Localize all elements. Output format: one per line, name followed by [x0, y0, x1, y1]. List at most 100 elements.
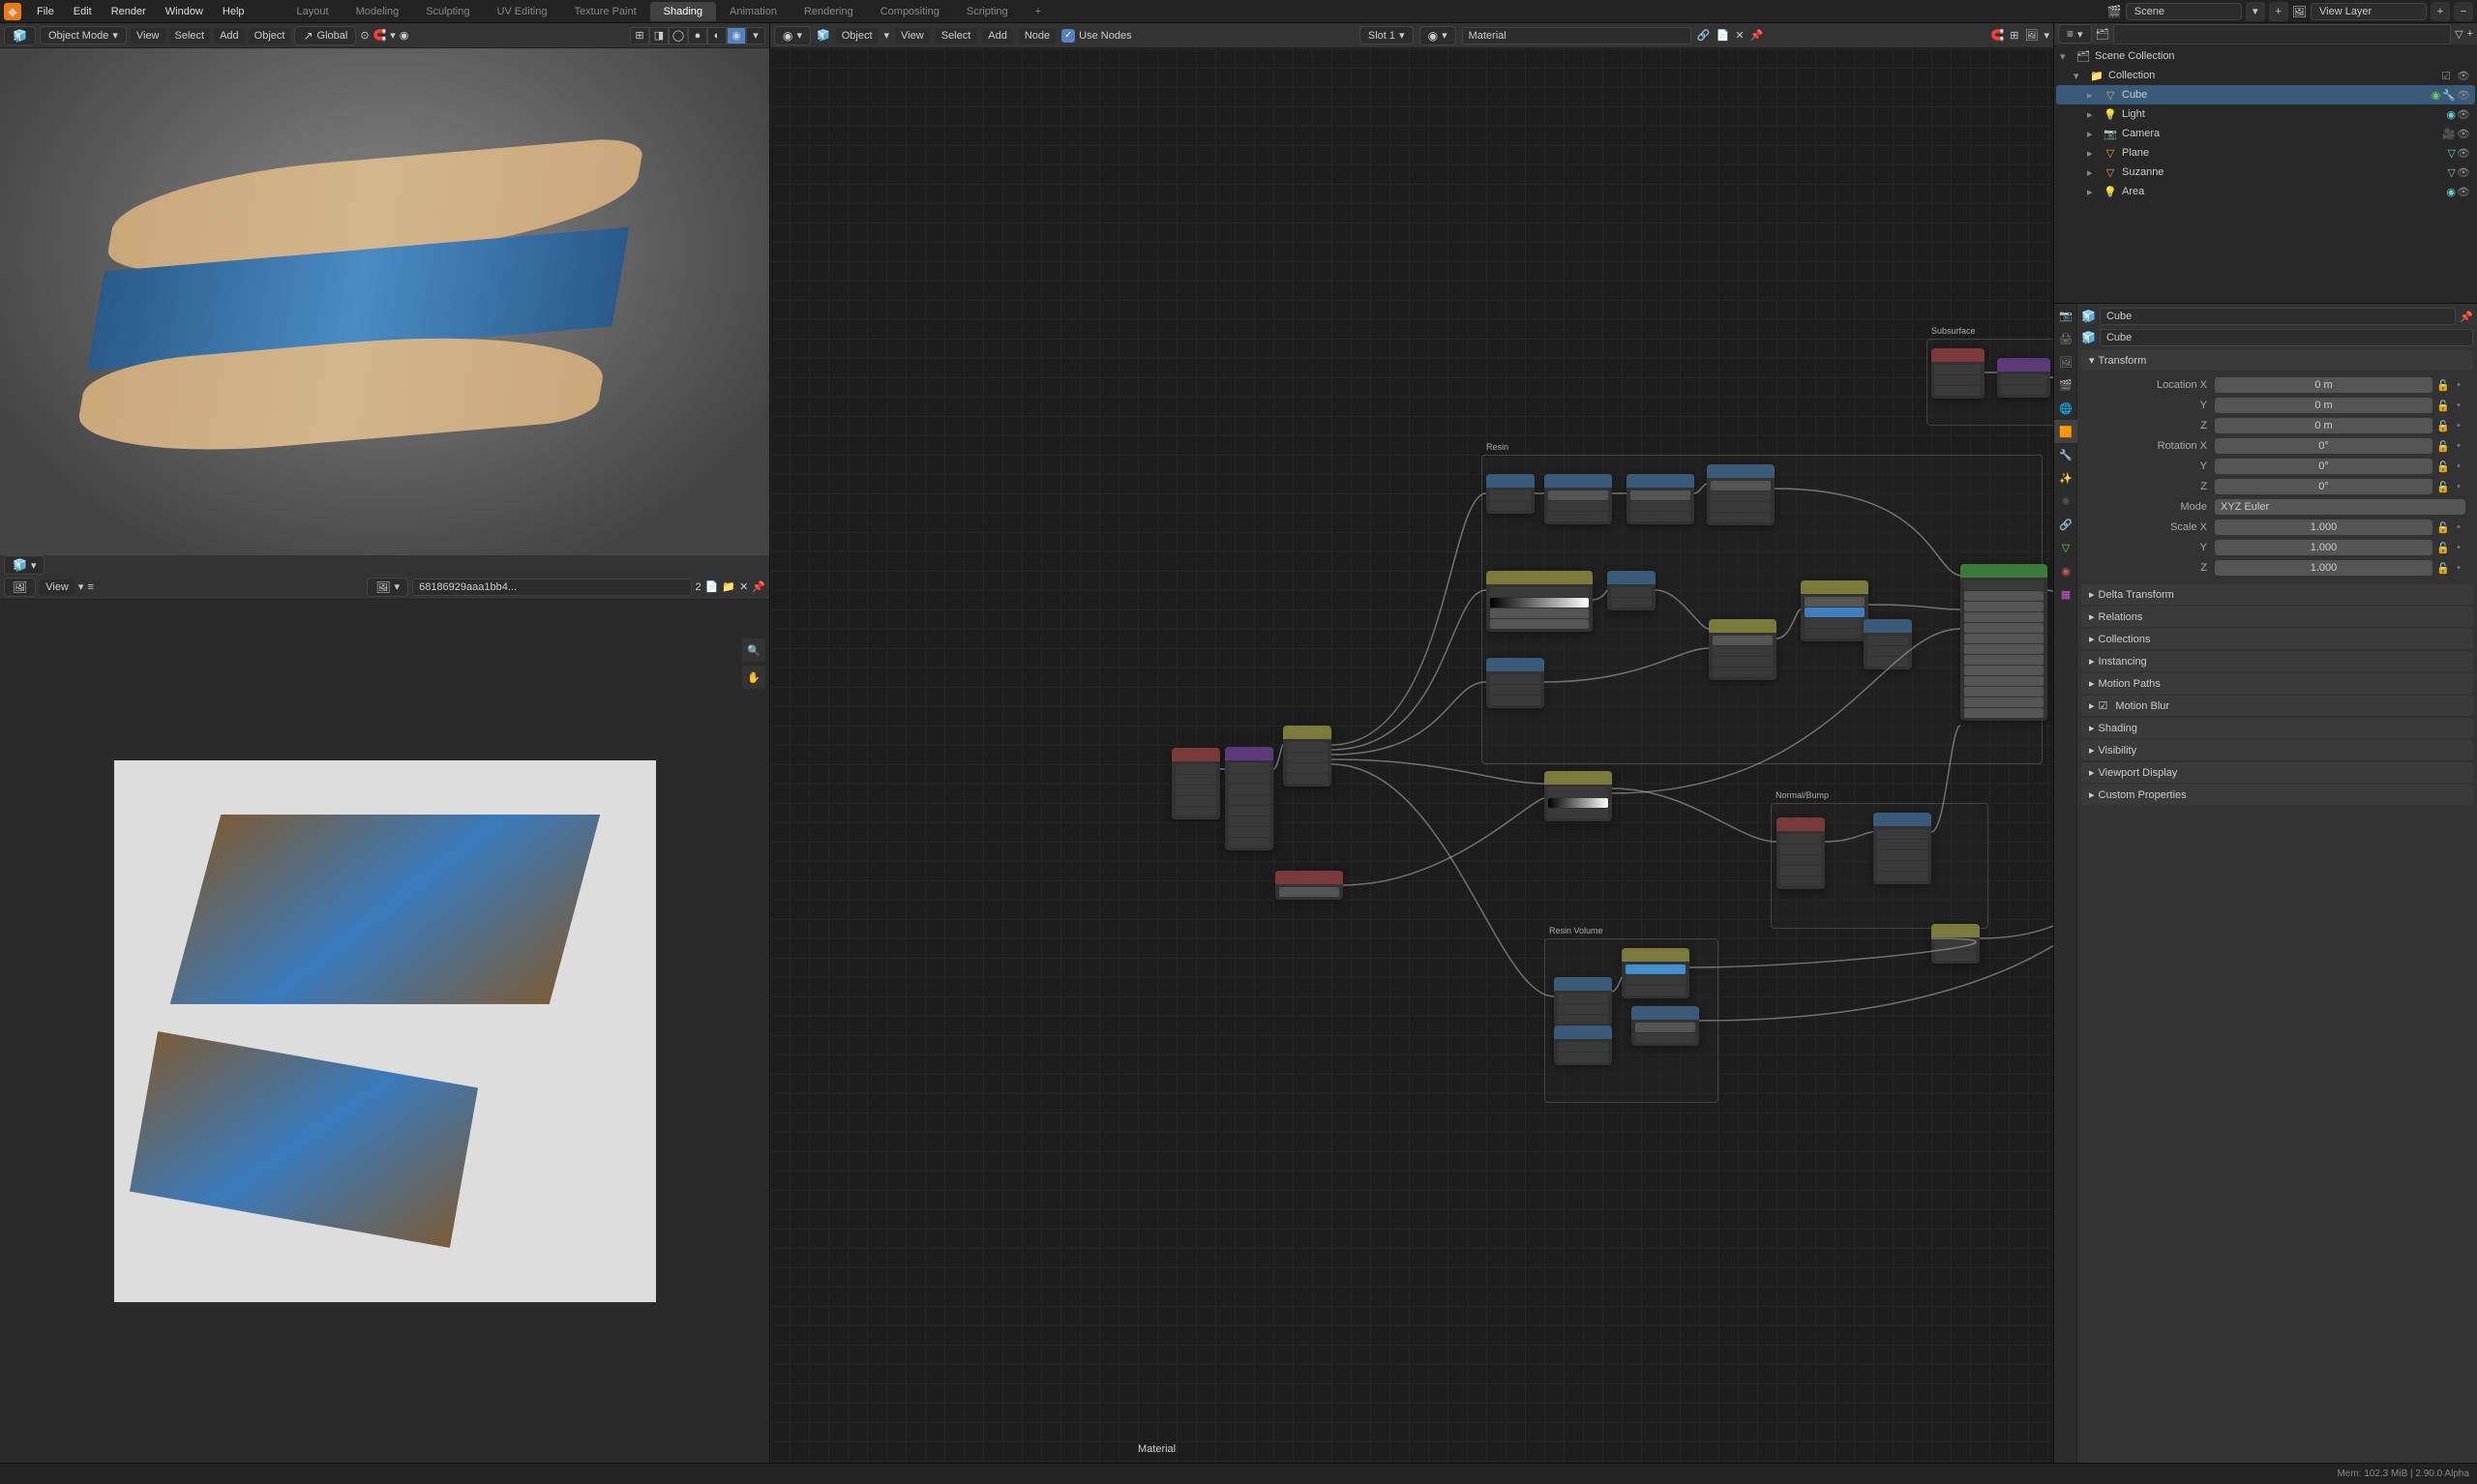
outliner-display-mode[interactable]: 🗂 [2096, 28, 2109, 41]
lock-icon[interactable]: 🔓 [2436, 481, 2450, 493]
material-unlink-button[interactable]: ✕ [1735, 29, 1744, 42]
zoom-tool-icon[interactable]: 🔍 [742, 638, 765, 662]
prop-tab-viewlayer[interactable]: 🖼 [2054, 350, 2077, 373]
node-mix-2[interactable] [1801, 580, 1868, 641]
node-bump[interactable] [1873, 813, 1931, 884]
panel-collections[interactable]: ▸Collections [2081, 629, 2473, 649]
snap-toggle[interactable]: 🧲 [373, 29, 387, 42]
exclude-checkbox[interactable]: ☑ [2438, 70, 2454, 82]
workspace-rendering[interactable]: Rendering [791, 2, 867, 21]
node-options-button[interactable]: ▾ [2044, 29, 2049, 42]
node-add-menu[interactable]: Add [982, 28, 1013, 44]
prop-tab-render[interactable]: 📷 [2054, 304, 2077, 327]
workspace-modeling[interactable]: Modeling [343, 2, 413, 21]
scale-z-field[interactable]: 1.000 [2215, 560, 2432, 576]
node-editor-type-dropdown[interactable]: ◉▾ [774, 26, 811, 45]
tree-item-plane[interactable]: ▸ ▽ Plane ▽ 👁 [2056, 143, 2475, 163]
rotation-y-field[interactable]: 0° [2215, 459, 2432, 474]
collapse-icon[interactable]: ▸ [2087, 166, 2099, 179]
node-vol-2[interactable] [1622, 948, 1689, 998]
snap-dropdown[interactable]: ▾ [390, 29, 396, 42]
node-normal[interactable] [1776, 817, 1825, 889]
scale-y-field[interactable]: 1.000 [2215, 540, 2432, 555]
node-vol-4[interactable] [1554, 1025, 1612, 1065]
viewport-select-menu[interactable]: Select [169, 28, 211, 44]
viewport-canvas[interactable] [0, 48, 769, 555]
workspace-animation[interactable]: Animation [716, 2, 791, 21]
tree-scene-collection[interactable]: ▾ 🗂 Scene Collection [2056, 46, 2475, 66]
keyframe-icon[interactable]: • [2452, 460, 2465, 473]
image-header-menu[interactable]: ≡ [87, 581, 93, 593]
editor-type-dropdown[interactable]: 🧊 [4, 26, 36, 45]
scale-x-field[interactable]: 1.000 [2215, 519, 2432, 535]
scene-name-field[interactable]: Scene [2126, 3, 2242, 20]
panel-motion-blur[interactable]: ▸☑Motion Blur [2081, 696, 2473, 716]
tree-item-area[interactable]: ▸ 💡 Area ◉ 👁 [2056, 182, 2475, 201]
collapse-icon[interactable]: ▾ [2060, 50, 2072, 63]
tree-item-camera[interactable]: ▸ 📷 Camera 🎥 👁 [2056, 124, 2475, 143]
panel-motion-paths[interactable]: ▸Motion Paths [2081, 673, 2473, 694]
outliner-filter-button[interactable]: ▽ [2455, 28, 2462, 41]
node-backdrop-button[interactable]: 🖼 [2025, 29, 2039, 42]
rotation-mode-dropdown[interactable]: XYZ Euler [2215, 499, 2465, 515]
viewport-add-menu[interactable]: Add [214, 28, 245, 44]
workspace-sculpting[interactable]: Sculpting [412, 2, 483, 21]
eye-icon[interactable]: 👁 [2456, 186, 2471, 198]
prop-tab-output[interactable]: 🖨 [2054, 327, 2077, 350]
menu-edit[interactable]: Edit [64, 6, 102, 17]
panel-transform-head[interactable]: ▾ Transform [2081, 350, 2473, 371]
scene-new-button[interactable]: + [2269, 2, 2288, 21]
node-canvas[interactable]: Subsurface Resin Resin Volume Normal/Bum… [770, 48, 2053, 1463]
keyframe-icon[interactable]: • [2452, 542, 2465, 554]
node-snap-toggle[interactable]: 🧲 [1991, 29, 2005, 42]
node-mapping-1[interactable] [1997, 358, 2050, 398]
eye-icon[interactable]: 👁 [2456, 147, 2471, 160]
node-gradient-1[interactable] [1486, 658, 1544, 708]
outliner-search-input[interactable] [2113, 24, 2452, 45]
use-nodes-checkbox[interactable]: ✓ Use Nodes [1061, 29, 1131, 43]
tree-item-light[interactable]: ▸ 💡 Light ◉ 👁 [2056, 104, 2475, 124]
lock-icon[interactable]: 🔓 [2436, 460, 2450, 473]
pivot-dropdown[interactable]: ⊙ [360, 29, 369, 42]
workspace-texture-paint[interactable]: Texture Paint [560, 2, 649, 21]
tree-item-cube[interactable]: ▸ ▽ Cube ◉ 🔧 👁 [2056, 85, 2475, 104]
shading-dropdown[interactable]: ▾ [746, 27, 765, 45]
tree-collection[interactable]: ▾ 📁 Collection ☑👁 [2056, 66, 2475, 85]
collapse-icon[interactable]: ▸ [2087, 186, 2099, 198]
image-pin-button[interactable]: 📌 [752, 580, 765, 593]
node-oilburn-thermal[interactable] [1275, 871, 1343, 900]
eye-icon[interactable]: 👁 [2456, 89, 2471, 102]
outliner-type-dropdown[interactable]: ≡▾ [2058, 24, 2092, 44]
rotation-z-field[interactable]: 0° [2215, 479, 2432, 494]
keyframe-icon[interactable]: • [2452, 521, 2465, 534]
location-y-field[interactable]: 0 m [2215, 398, 2432, 413]
keyframe-icon[interactable]: • [2452, 440, 2465, 453]
object-name-field[interactable]: Cube [2100, 308, 2456, 325]
data-name-field[interactable]: Cube [2100, 329, 2473, 346]
pan-tool-icon[interactable]: ✋ [742, 666, 765, 689]
outliner-tree[interactable]: ▾ 🗂 Scene Collection ▾ 📁 Collection ☑👁 ▸… [2054, 45, 2477, 303]
menu-file[interactable]: File [27, 6, 64, 17]
node-object-label[interactable]: Object [836, 28, 879, 44]
image-open-button[interactable]: 📁 [722, 580, 735, 593]
material-browse-dropdown[interactable]: ◉▾ [1419, 26, 1456, 45]
viewport-footer-dropdown[interactable]: 🧊▾ [4, 555, 45, 575]
panel-relations[interactable]: ▸Relations [2081, 607, 2473, 627]
lock-icon[interactable]: 🔓 [2436, 542, 2450, 554]
panel-visibility[interactable]: ▸Visibility [2081, 740, 2473, 760]
node-math-1[interactable] [1607, 571, 1656, 610]
node-colorramp-1[interactable] [1486, 571, 1593, 632]
orientation-dropdown[interactable]: ↗ Global [294, 26, 356, 45]
viewlayer-remove-button[interactable]: − [2454, 2, 2473, 21]
wireframe-shading[interactable]: ◯ [669, 27, 688, 45]
node-select-menu[interactable]: Select [936, 28, 977, 44]
lock-icon[interactable]: 🔓 [2436, 440, 2450, 453]
node-tex-1[interactable] [1544, 474, 1612, 524]
image-canvas[interactable]: 🔍 ✋ [0, 600, 769, 1463]
node-type-object[interactable]: 🧊 [817, 29, 830, 42]
node-bump-2[interactable] [1931, 924, 1980, 964]
eye-icon[interactable]: 👁 [2456, 70, 2471, 82]
node-tex-3[interactable] [1707, 464, 1775, 525]
keyframe-icon[interactable]: • [2452, 420, 2465, 432]
material-link-button[interactable]: 🔗 [1697, 29, 1711, 42]
